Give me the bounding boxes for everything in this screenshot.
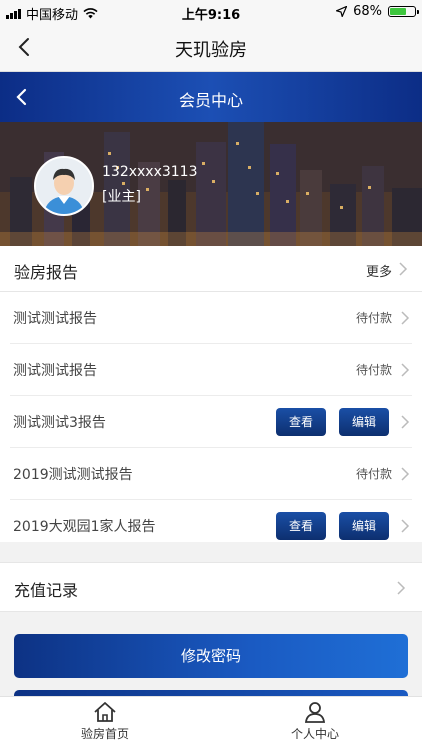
person-icon	[304, 702, 326, 723]
chevron-right-icon	[401, 311, 410, 325]
chevron-right-icon	[397, 581, 406, 595]
edit-button[interactable]: 编辑	[339, 512, 389, 540]
avatar-person-icon	[36, 158, 92, 214]
reports-header[interactable]: 验房报告 更多	[0, 246, 422, 292]
battery-icon	[388, 6, 419, 17]
recharge-records-row[interactable]: 充值记录	[0, 562, 422, 612]
home-icon	[94, 702, 116, 722]
chevron-right-icon	[401, 519, 410, 533]
report-title: 2019测试测试报告	[13, 467, 133, 483]
avatar[interactable]	[34, 156, 94, 216]
report-status: 待付款	[355, 311, 392, 325]
location-icon	[336, 6, 348, 17]
report-row[interactable]: 测试测试3报告 查看 编辑	[10, 396, 412, 448]
report-row[interactable]: 测试测试报告 待付款	[10, 344, 412, 396]
change-password-button[interactable]: 修改密码	[14, 634, 408, 678]
chevron-right-icon	[401, 467, 410, 481]
edit-button[interactable]: 编辑	[339, 408, 389, 436]
page-title: 天玑验房	[175, 40, 247, 61]
report-title: 2019大观园1家人报告	[13, 519, 156, 535]
report-title: 测试测试报告	[13, 363, 97, 379]
report-status: 待付款	[355, 467, 392, 481]
banner-title: 会员中心	[178, 91, 243, 110]
tab-bar: 验房首页 个人中心	[0, 696, 422, 750]
view-button[interactable]: 查看	[276, 512, 326, 540]
report-title: 测试测试3报告	[13, 415, 106, 431]
user-phone: 132xxxx3113	[102, 164, 198, 180]
chevron-right-icon	[401, 363, 410, 377]
tab-home-label: 验房首页	[80, 727, 129, 741]
nav-bar: 天玑验房	[0, 24, 422, 72]
banner-header: 会员中心	[0, 72, 422, 122]
report-row[interactable]: 测试测试报告 待付款	[10, 292, 412, 344]
report-title: 测试测试报告	[13, 311, 97, 327]
chevron-right-icon	[401, 415, 410, 429]
report-row[interactable]: 2019大观园1家人报告 查看 编辑	[10, 500, 412, 552]
more-link[interactable]: 更多	[366, 261, 392, 280]
user-role: [业主]	[102, 189, 141, 205]
recharge-label: 充值记录	[14, 581, 79, 600]
member-banner: 会员中心 132xxxx3113 [业主]	[0, 72, 422, 246]
tab-profile-label: 个人中心	[290, 727, 339, 741]
reports-title: 验房报告	[14, 263, 79, 282]
report-status: 待付款	[355, 363, 392, 377]
tab-home[interactable]: 验房首页	[50, 701, 160, 742]
status-bar: 中国移动 上午9:16 68%	[0, 0, 422, 24]
reports-card: 验房报告 更多 测试测试报告 待付款 测试测试报告 待付款 测试测试3报告 查看…	[0, 246, 422, 542]
chevron-right-icon	[399, 262, 408, 276]
report-row[interactable]: 2019测试测试报告 待付款	[10, 448, 412, 500]
battery-percent: 68%	[353, 4, 382, 19]
tab-profile[interactable]: 个人中心	[260, 701, 370, 742]
view-button[interactable]: 查看	[276, 408, 326, 436]
